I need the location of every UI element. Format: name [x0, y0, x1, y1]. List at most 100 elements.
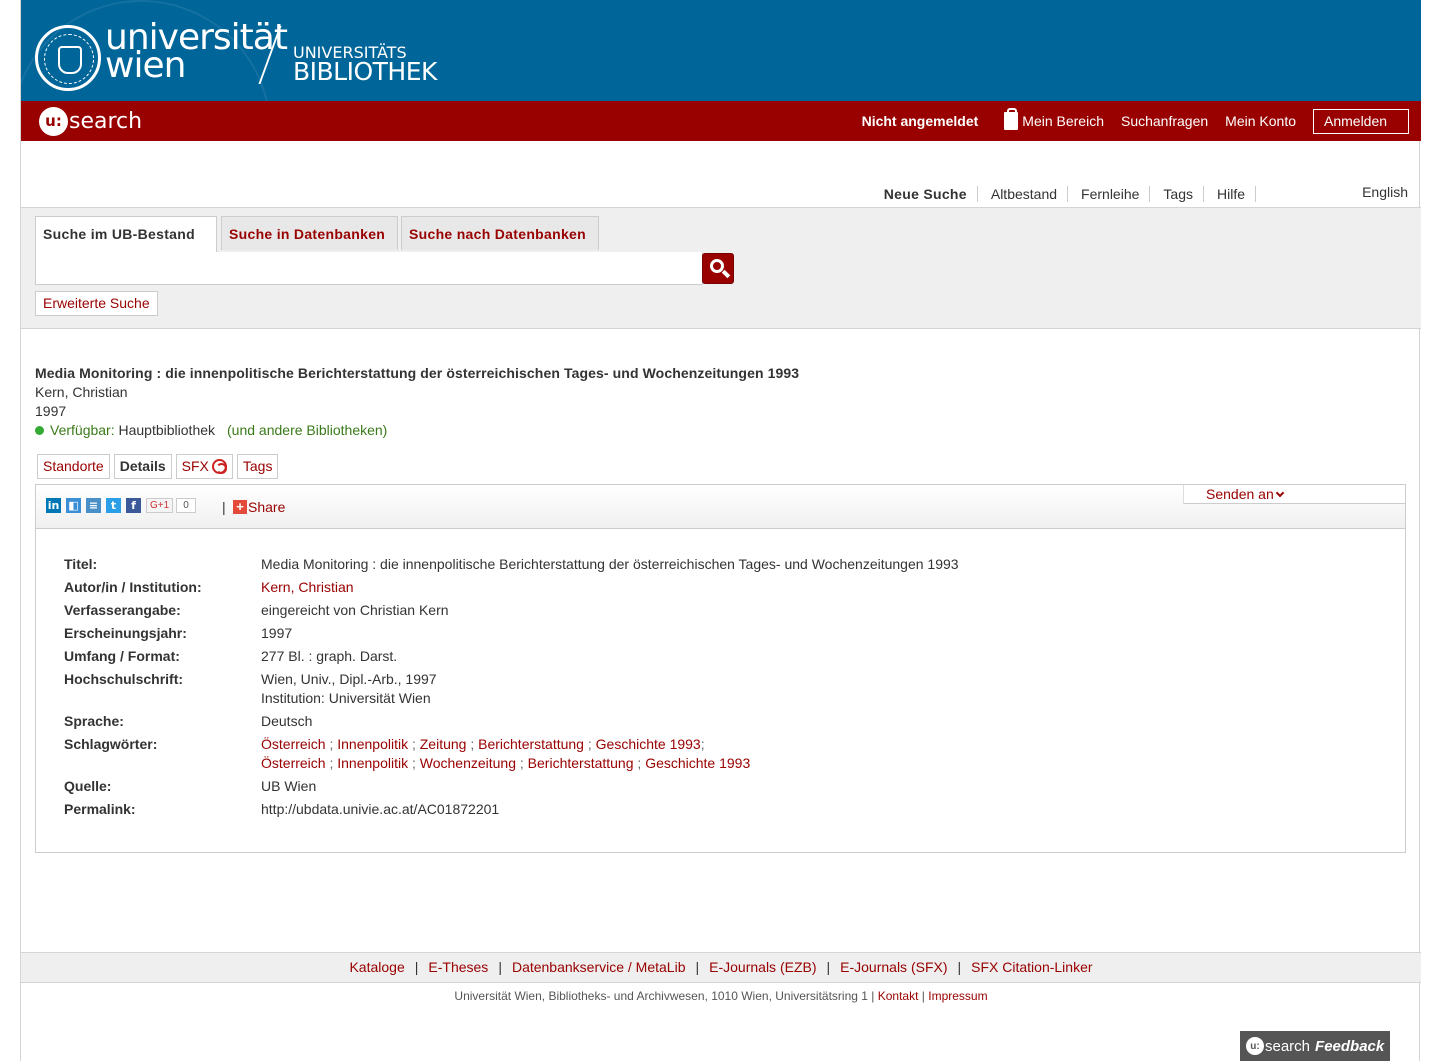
nav-mein-konto[interactable]: Mein Konto [1225, 113, 1296, 129]
nav-fernleihe[interactable]: Fernleihe [1068, 186, 1151, 202]
google-plus-button[interactable]: G+1 [146, 498, 174, 513]
usearch-u-icon: u: [1246, 1037, 1264, 1055]
footer-link-datenbankservice[interactable]: Datenbankservice / MetaLib [512, 959, 686, 975]
linkedin-icon[interactable]: in [46, 498, 61, 513]
tab-sfx-label: SFX [181, 458, 209, 474]
search-button[interactable] [702, 253, 734, 284]
detail-value-hochschulschrift-2: Institution: Universität Wien [261, 690, 431, 706]
record-tabs: Standorte Details SFX Tags [37, 454, 282, 479]
university-banner: universität wien UNIVERSITÄTS BIBLIOTHEK [21, 0, 1421, 101]
tab-record-tags[interactable]: Tags [236, 454, 279, 479]
detail-row-sprache: Sprache: Deutsch [64, 712, 959, 735]
delicious-icon[interactable]: ◧ [66, 498, 81, 513]
university-logo[interactable]: universität wien [105, 20, 288, 84]
nav-suchanfragen[interactable]: Suchanfragen [1121, 113, 1208, 129]
user-navigation: Nicht angemeldet Mein Bereich Suchanfrag… [862, 101, 1409, 141]
details-panel: in ◧ ≡ t f G+1 0 | + Share Senden an Tit… [35, 484, 1406, 853]
detail-row-permalink: Permalink: http://ubdata.univie.ac.at/AC… [64, 800, 959, 823]
footer-link-ejournals-ezb[interactable]: E-Journals (EZB) [709, 959, 816, 975]
twitter-icon[interactable]: t [106, 498, 121, 513]
usearch-logo-text: search [69, 108, 143, 134]
availability-library: Hauptbibliothek [118, 422, 216, 438]
detail-row-umfang: Umfang / Format: 277 Bl. : graph. Darst. [64, 647, 959, 670]
toolbar-separator: | [222, 499, 226, 515]
library-logo-line-2: BIBLIOTHEK [293, 57, 437, 86]
chevron-down-icon [1275, 488, 1284, 498]
google-plus-count: 0 [176, 498, 196, 513]
language-switch[interactable]: English [1362, 184, 1408, 200]
send-to-menu[interactable]: Senden an [1183, 485, 1405, 504]
search-panel: Suche im UB-Bestand Suche in Datenbanken… [21, 207, 1421, 329]
available-status-icon [35, 425, 44, 435]
nav-altbestand[interactable]: Altbestand [978, 186, 1069, 202]
page-wrapper: universität wien UNIVERSITÄTS BIBLIOTHEK… [20, 0, 1421, 1061]
tab-nach-datenbanken[interactable]: Suche nach Datenbanken [401, 216, 599, 250]
subject-link[interactable]: Innenpolitik [337, 736, 408, 752]
feedback-button[interactable]: u: search Feedback [1240, 1031, 1390, 1061]
login-status: Nicht angemeldet [861, 113, 979, 129]
detail-label: Sprache: [64, 713, 124, 729]
bookmark-list-icon[interactable]: ≡ [86, 498, 101, 513]
detail-value-hochschulschrift-1: Wien, Univ., Dipl.-Arb., 1997 [261, 671, 437, 687]
detail-label: Schlagwörter: [64, 736, 158, 752]
subject-link[interactable]: Geschichte 1993 [596, 736, 701, 752]
subject-link[interactable]: Wochenzeitung [420, 755, 516, 771]
nav-neue-suche[interactable]: Neue Suche [884, 186, 978, 202]
search-input[interactable] [35, 252, 703, 285]
search-icon-handle [721, 269, 731, 279]
impressum-link[interactable]: Impressum [928, 989, 987, 1003]
facebook-icon[interactable]: f [126, 498, 141, 513]
detail-label: Permalink: [64, 801, 136, 817]
nav-tags[interactable]: Tags [1150, 186, 1204, 202]
subject-link[interactable]: Berichterstattung [478, 736, 584, 752]
feedback-usearch-text: search [1265, 1037, 1311, 1055]
other-libraries-link[interactable]: (und andere Bibliotheken) [227, 422, 387, 438]
usearch-logo[interactable]: u: search [39, 106, 143, 136]
subject-link[interactable]: Österreich [261, 755, 326, 771]
tab-details[interactable]: Details [113, 454, 172, 479]
university-seal-icon [35, 25, 101, 91]
tab-datenbanken[interactable]: Suche in Datenbanken [221, 216, 398, 250]
secondary-navigation: Neue Suche Altbestand Fernleihe Tags Hil… [21, 184, 1421, 208]
footer-links: Kataloge | E-Theses | Datenbankservice / Met… [21, 952, 1421, 983]
clipboard-icon [1004, 108, 1019, 130]
login-button[interactable]: Anmelden [1313, 108, 1409, 134]
subject-link[interactable]: Geschichte 1993 [645, 755, 750, 771]
nav-hilfe[interactable]: Hilfe [1204, 186, 1256, 202]
detail-row-titel: Titel: Media Monitoring : die innenpolit… [64, 555, 959, 578]
address-text: Universität Wien, Bibliotheks- und Archi… [454, 989, 875, 1003]
footer-link-kataloge[interactable]: Kataloge [349, 959, 404, 975]
author-link[interactable]: Kern, Christian [261, 579, 354, 595]
detail-label: Umfang / Format: [64, 648, 180, 664]
top-navigation-bar: u: search Nicht angemeldet Mein Bereich … [21, 101, 1421, 141]
share-button[interactable]: + Share [233, 499, 285, 515]
tab-sfx[interactable]: SFX [175, 454, 233, 479]
nav-mein-bereich[interactable]: Mein Bereich [1022, 113, 1104, 129]
detail-value-umfang: 277 Bl. : graph. Darst. [261, 648, 398, 664]
detail-label: Titel: [64, 556, 98, 572]
detail-row-quelle: Quelle: UB Wien [64, 777, 959, 800]
subject-link[interactable]: Zeitung [420, 736, 467, 752]
subject-link[interactable]: Österreich [261, 736, 326, 752]
advanced-search-button[interactable]: Erweiterte Suche [35, 291, 158, 316]
footer-link-etheses[interactable]: E-Theses [428, 959, 488, 975]
detail-row-hochschulschrift: Hochschulschrift: Wien, Univ., Dipl.-Arb… [64, 670, 959, 712]
share-label: Share [248, 499, 286, 515]
permalink-value[interactable]: http://ubdata.univie.ac.at/AC01872201 [261, 800, 499, 823]
subject-link[interactable]: Berichterstattung [528, 755, 634, 771]
subject-chain-1: Österreich ; Innenpolitik ; Zeitung ; Be… [261, 736, 705, 752]
detail-value-titel: Media Monitoring : die innenpolitische B… [261, 556, 959, 572]
footer-link-sfx-citation[interactable]: SFX Citation-Linker [971, 959, 1092, 975]
kontakt-link[interactable]: Kontakt [878, 989, 919, 1003]
social-icons: in ◧ ≡ t f G+1 0 [46, 498, 196, 513]
sfx-icon [211, 459, 227, 474]
footer-link-ejournals-sfx[interactable]: E-Journals (SFX) [840, 959, 947, 975]
tab-standorte[interactable]: Standorte [37, 454, 110, 479]
detail-row-jahr: Erscheinungsjahr: 1997 [64, 624, 959, 647]
detail-label: Hochschulschrift: [64, 671, 184, 687]
detail-value-sprache: Deutsch [261, 713, 313, 729]
subject-link[interactable]: Innenpolitik [337, 755, 408, 771]
record-title: Media Monitoring : die innenpolitische B… [35, 365, 800, 381]
tab-ub-bestand[interactable]: Suche im UB-Bestand [35, 216, 217, 253]
availability-label: Verfügbar: [50, 422, 115, 438]
